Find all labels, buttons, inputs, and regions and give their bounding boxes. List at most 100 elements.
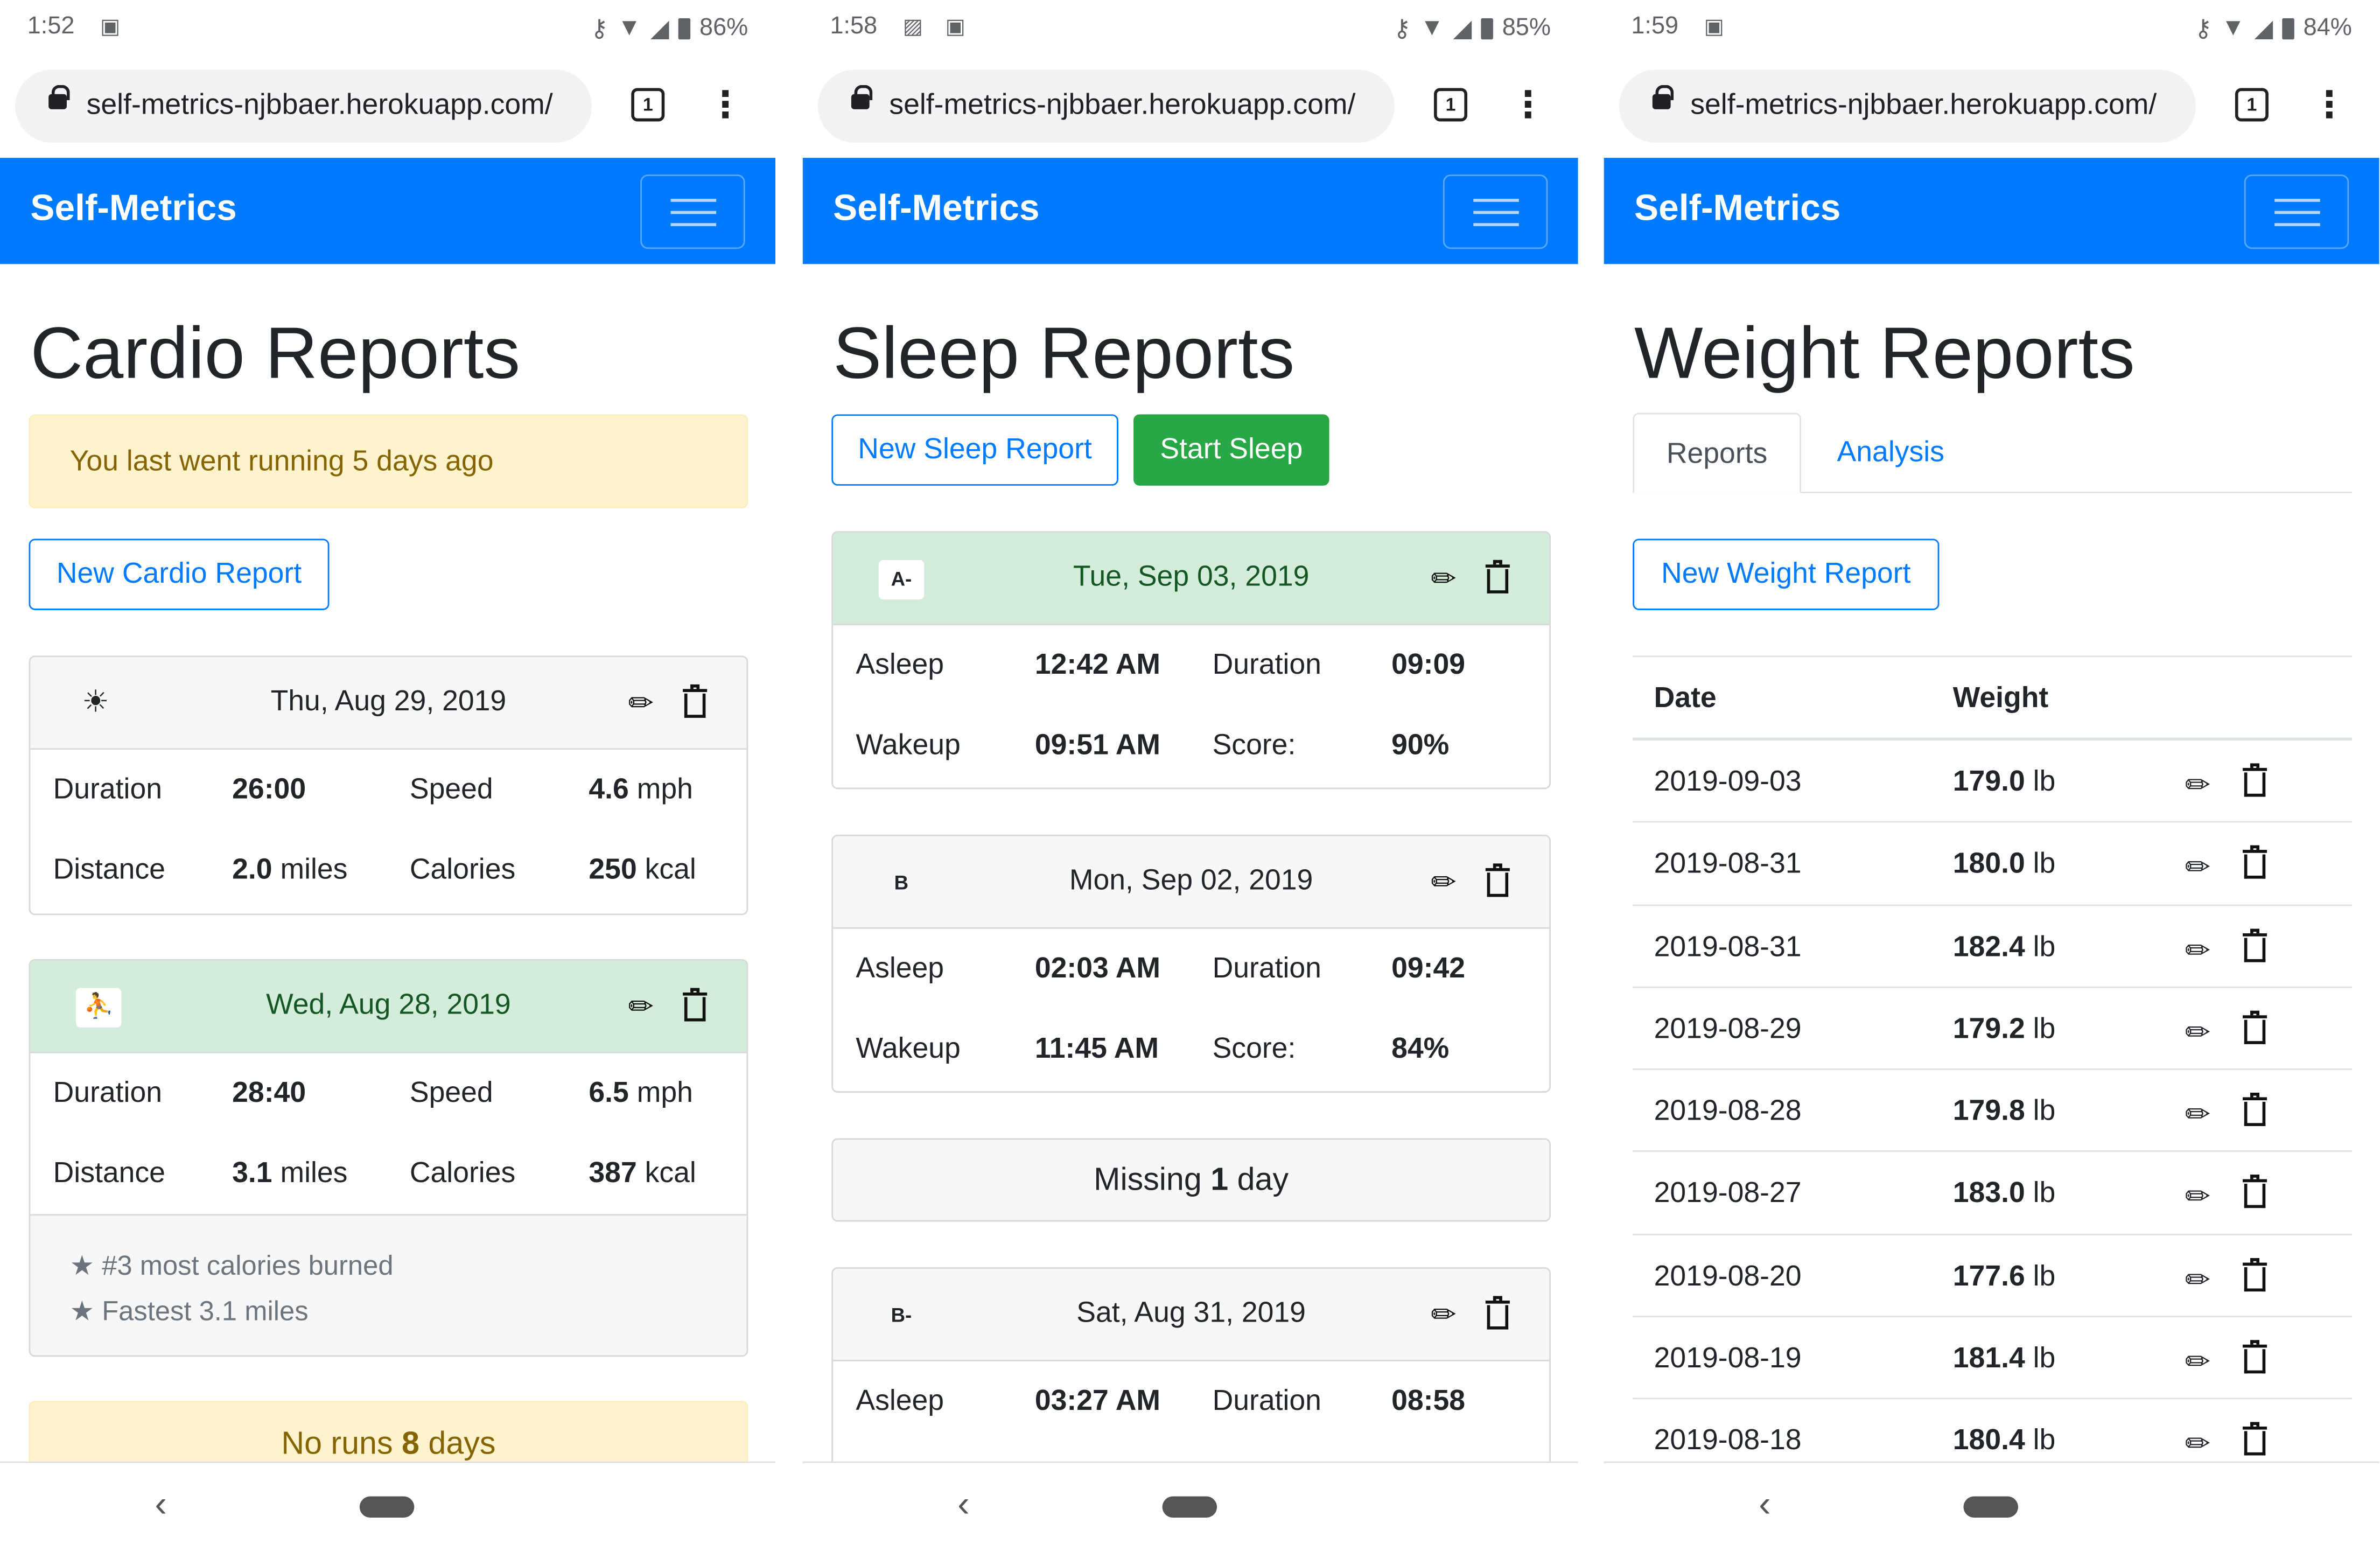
delete-trash-icon[interactable] xyxy=(2243,846,2267,879)
status-time: 1:52 xyxy=(27,13,75,40)
edit-pencil-icon[interactable]: ✏ xyxy=(2185,1426,2210,1463)
notification-icon: ▣ xyxy=(1704,13,1724,38)
battery-percent: 85% xyxy=(1502,15,1551,41)
sleep-card: B Mon, Sep 02, 2019 ✏ Asleep 02:03 AM Du… xyxy=(831,834,1551,1093)
overflow-menu-icon[interactable]: ⋮ xyxy=(1510,85,1546,128)
delete-trash-icon[interactable] xyxy=(2243,1257,2267,1291)
browser-toolbar: self-metrics-njbbaer.herokuapp.com/ 1 ⋮ xyxy=(802,54,1578,158)
row-weight: 179.0 lb xyxy=(1952,766,2056,799)
row-weight: 179.2 lb xyxy=(1952,1014,2056,1046)
home-pill-button[interactable] xyxy=(359,1496,415,1518)
edit-pencil-icon[interactable]: ✏ xyxy=(1431,560,1456,598)
back-chevron-icon[interactable]: ‹ xyxy=(957,1484,970,1527)
cardio-card: ☀ Thu, Aug 29, 2019 ✏ Duration 26:00 Spe… xyxy=(29,655,748,916)
status-bar: 1:59 ▣ ⚷ ▼ ◢ 84% xyxy=(1604,0,2379,54)
edit-pencil-icon[interactable]: ✏ xyxy=(2185,766,2210,804)
table-header: Date Weight xyxy=(1633,655,2352,741)
label-wakeup: Wakeup xyxy=(856,1033,961,1066)
hamburger-menu-icon[interactable] xyxy=(640,174,745,249)
tab-switcher-button[interactable]: 1 xyxy=(1434,88,1468,122)
edit-pencil-icon[interactable]: ✏ xyxy=(2185,1343,2210,1381)
back-chevron-icon[interactable]: ‹ xyxy=(155,1484,167,1527)
no-runs-suffix: days xyxy=(428,1426,496,1462)
value-wakeup: 11:45 AM xyxy=(1034,1033,1159,1066)
value-duration: 28:40 xyxy=(232,1077,306,1109)
value-wakeup: 09:51 AM xyxy=(1034,730,1160,762)
new-weight-report-button[interactable]: New Weight Report xyxy=(1633,539,1940,610)
value-speed: 6.5 mph xyxy=(589,1077,693,1109)
edit-pencil-icon[interactable]: ✏ xyxy=(1431,863,1456,901)
tab-analysis[interactable]: Analysis xyxy=(1815,413,1966,493)
card-row: Duration 28:40 Speed 6.5 mph xyxy=(30,1053,746,1134)
row-weight: 180.0 lb xyxy=(1952,849,2056,881)
edit-pencil-icon[interactable]: ✏ xyxy=(2185,931,2210,969)
label-calories: Calories xyxy=(409,1158,516,1190)
label-score: Score: xyxy=(1212,1033,1296,1066)
edit-pencil-icon[interactable]: ✏ xyxy=(2185,849,2210,886)
missing-count: 1 xyxy=(1210,1162,1229,1198)
weight-table: Date Weight 2019-09-03 179.0 lb ✏ 2019-08-3… xyxy=(1633,655,2352,1483)
label-speed: Speed xyxy=(409,774,493,806)
hamburger-menu-icon[interactable] xyxy=(2244,174,2349,249)
start-sleep-button[interactable]: Start Sleep xyxy=(1133,414,1329,486)
card-achievements: ★ #3 most calories burned ★ Fastest 3.1 … xyxy=(30,1214,747,1356)
lock-icon xyxy=(851,85,873,109)
delete-trash-icon[interactable] xyxy=(683,988,708,1022)
status-bar: 1:58 ▨ ▣ ⚷ ▼ ◢ 85% xyxy=(803,0,1578,54)
address-bar[interactable]: self-metrics-njbbaer.herokuapp.com/ xyxy=(15,69,592,143)
label-calories: Calories xyxy=(409,854,516,886)
new-cardio-report-button[interactable]: New Cardio Report xyxy=(29,539,330,610)
overflow-menu-icon[interactable]: ⋮ xyxy=(2311,85,2348,128)
label-asleep: Asleep xyxy=(856,649,944,682)
address-bar[interactable]: self-metrics-njbbaer.herokuapp.com/ xyxy=(1619,69,2196,143)
table-row: 2019-08-31 182.4 lb ✏ xyxy=(1633,905,2352,988)
header-date: Date xyxy=(1654,683,1717,715)
label-duration: Duration xyxy=(1212,953,1321,985)
value-speed: 4.6 mph xyxy=(589,774,693,806)
edit-pencil-icon[interactable]: ✏ xyxy=(1431,1296,1456,1334)
delete-trash-icon[interactable] xyxy=(2243,928,2267,962)
edit-pencil-icon[interactable]: ✏ xyxy=(2185,1014,2210,1051)
delete-trash-icon[interactable] xyxy=(683,684,708,718)
card-row: Wakeup 09:51 AM Score: 90% xyxy=(833,705,1549,786)
delete-trash-icon[interactable] xyxy=(2243,1175,2267,1209)
edit-pencil-icon[interactable]: ✏ xyxy=(2185,1261,2210,1298)
address-bar[interactable]: self-metrics-njbbaer.herokuapp.com/ xyxy=(817,69,1395,143)
edit-pencil-icon[interactable]: ✏ xyxy=(628,684,654,722)
tab-switcher-button[interactable]: 1 xyxy=(2235,88,2269,122)
tab-reports[interactable]: Reports xyxy=(1633,413,1801,493)
notification-icon: ▣ xyxy=(100,13,121,38)
row-weight: 180.4 lb xyxy=(1952,1426,2056,1458)
delete-trash-icon[interactable] xyxy=(2243,1093,2267,1127)
android-nav-bar: ‹ xyxy=(802,1461,1578,1551)
row-date: 2019-09-03 xyxy=(1654,766,1802,799)
delete-trash-icon[interactable] xyxy=(2243,1010,2267,1044)
table-row: 2019-08-20 177.6 lb ✏ xyxy=(1633,1235,2352,1318)
card-row: Distance 2.0 miles Calories 250 kcal xyxy=(30,830,746,910)
navbar-brand[interactable]: Self-Metrics xyxy=(30,188,236,230)
edit-pencil-icon[interactable]: ✏ xyxy=(628,988,654,1026)
back-chevron-icon[interactable]: ‹ xyxy=(1759,1484,1771,1527)
navbar-brand[interactable]: Self-Metrics xyxy=(1634,188,1840,230)
navbar: Self-Metrics xyxy=(802,158,1578,264)
delete-trash-icon[interactable] xyxy=(1485,1296,1510,1330)
new-sleep-report-button[interactable]: New Sleep Report xyxy=(831,414,1118,486)
delete-trash-icon[interactable] xyxy=(2243,1340,2267,1374)
delete-trash-icon[interactable] xyxy=(2243,763,2267,797)
value-asleep: 03:27 AM xyxy=(1034,1385,1160,1418)
wifi-icon: ▼ xyxy=(2221,15,2245,41)
home-pill-button[interactable] xyxy=(1162,1496,1217,1518)
header-weight: Weight xyxy=(1952,683,2049,715)
navbar-brand[interactable]: Self-Metrics xyxy=(833,188,1039,230)
home-pill-button[interactable] xyxy=(1963,1496,2018,1518)
delete-trash-icon[interactable] xyxy=(1485,863,1510,897)
delete-trash-icon[interactable] xyxy=(1485,560,1510,593)
edit-pencil-icon[interactable]: ✏ xyxy=(2185,1178,2210,1216)
delete-trash-icon[interactable] xyxy=(2243,1422,2267,1456)
tab-switcher-button[interactable]: 1 xyxy=(631,88,665,122)
edit-pencil-icon[interactable]: ✏ xyxy=(2185,1096,2210,1134)
lock-icon xyxy=(48,85,70,109)
overflow-menu-icon[interactable]: ⋮ xyxy=(707,85,744,128)
hamburger-menu-icon[interactable] xyxy=(1443,174,1548,249)
value-duration: 09:09 xyxy=(1391,649,1466,682)
